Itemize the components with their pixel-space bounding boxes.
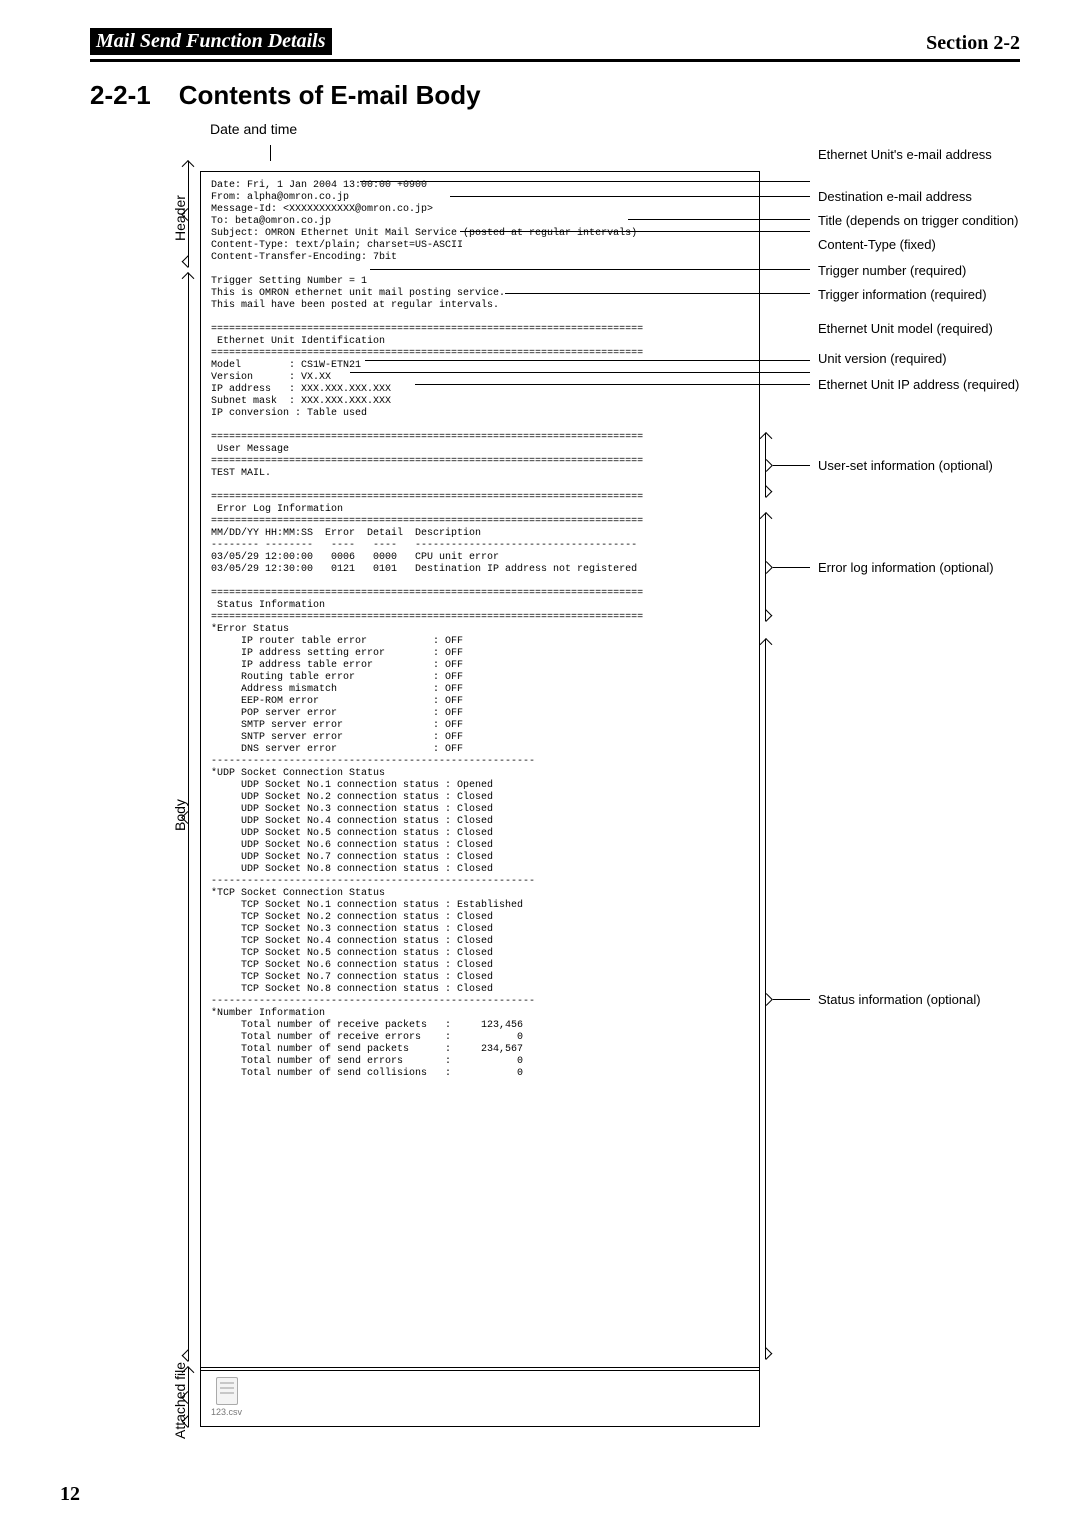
leader-trigger-num: [370, 269, 810, 270]
callout-unit-ip: Ethernet Unit IP address (required): [818, 377, 1019, 392]
leader-destination: [450, 196, 810, 197]
callout-title: Title (depends on trigger condition): [818, 213, 1018, 228]
side-label-body: Body: [172, 799, 188, 831]
heading-number: 2-2-1: [90, 80, 151, 111]
leader-user-message: [773, 465, 810, 466]
attached-file: 123.csv: [211, 1377, 242, 1417]
running-head-section: Section 2-2: [926, 32, 1020, 55]
brace-body: [188, 273, 189, 1361]
leader-version: [350, 372, 810, 373]
side-label-header: Header: [172, 195, 188, 241]
callout-trigger-number: Trigger number (required): [818, 263, 966, 278]
callout-trigger-info: Trigger information (required): [818, 287, 987, 302]
leader-status: [773, 999, 810, 1000]
brace-header: [188, 161, 189, 267]
leader-title: [628, 219, 810, 220]
leader-error-log: [773, 567, 810, 568]
callout-ethernet-email: Ethernet Unit's e-mail address: [818, 147, 992, 162]
brace-attached: [188, 1367, 189, 1427]
leader-model: [365, 360, 810, 361]
leader-content-type: [460, 231, 810, 232]
running-head-left: Mail Send Function Details: [90, 28, 332, 55]
rbrace-user-message: [765, 433, 766, 497]
section-heading: 2-2-1 Contents of E-mail Body: [90, 80, 1020, 111]
email-body: Date: Fri, 1 Jan 2004 13:00:00 +0900 Fro…: [200, 171, 760, 1371]
attached-file-box: 123.csv: [200, 1367, 760, 1427]
callout-user-set: User-set information (optional): [818, 458, 993, 473]
page-number: 12: [60, 1483, 80, 1506]
callout-status-info: Status information (optional): [818, 992, 981, 1007]
callout-destination-email: Destination e-mail address: [818, 189, 972, 204]
callout-error-log: Error log information (optional): [818, 560, 994, 575]
figure: Header Body Attached file Date: Fri, 1 J…: [150, 141, 1020, 1451]
heading-title: Contents of E-mail Body: [179, 80, 481, 111]
callout-unit-version: Unit version (required): [818, 351, 947, 366]
callout-unit-model: Ethernet Unit model (required): [818, 321, 993, 336]
date-time-caption: Date and time: [210, 121, 1020, 137]
file-icon: [216, 1377, 238, 1405]
side-label-attached: Attached file: [172, 1362, 188, 1439]
rbrace-error-log: [765, 513, 766, 621]
leader-from: [360, 181, 810, 182]
callout-content-type: Content-Type (fixed): [818, 237, 936, 252]
leader-ip: [415, 384, 810, 385]
leader-trigger-info: [505, 293, 810, 294]
date-pointer-line: [270, 145, 271, 161]
rbrace-status: [765, 639, 766, 1359]
page: Mail Send Function Details Section 2-2 2…: [0, 0, 1080, 1528]
running-head: Mail Send Function Details Section 2-2: [90, 28, 1020, 62]
attached-file-name: 123.csv: [211, 1407, 242, 1417]
